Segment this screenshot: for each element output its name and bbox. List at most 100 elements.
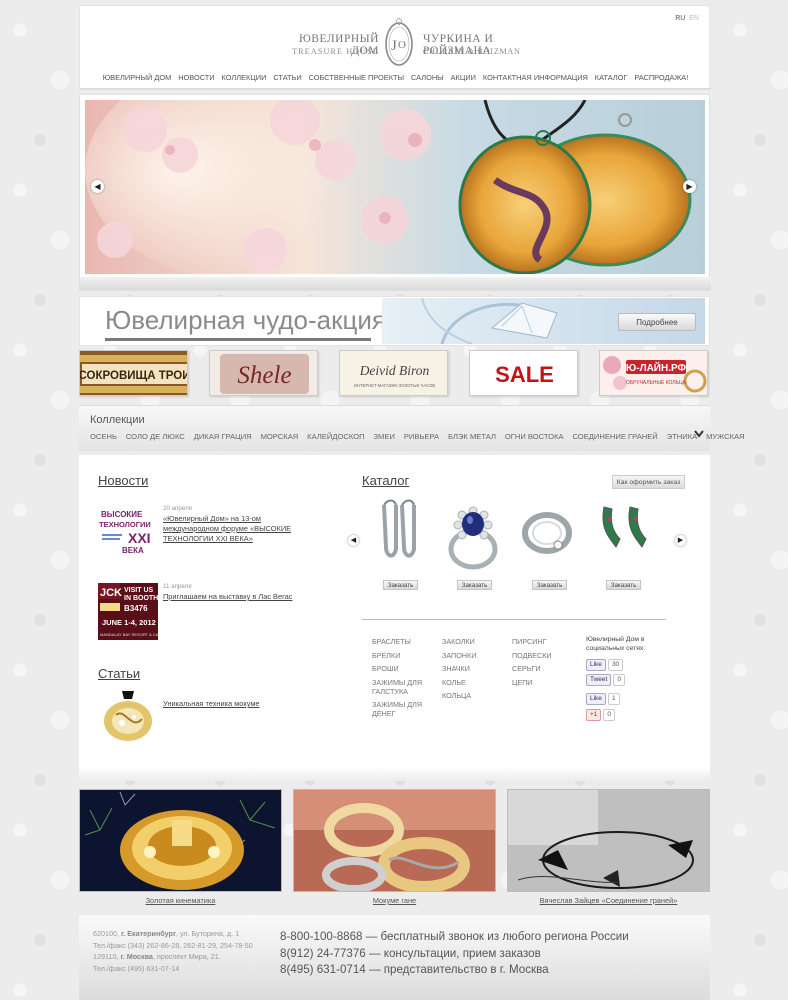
promo-more-button[interactable]: Подробнее (618, 313, 696, 331)
news-heading[interactable]: Новости (98, 473, 148, 488)
feature-caption[interactable]: Вячеслав Зайцев «Соединение граней» (507, 896, 710, 905)
category-link[interactable]: БРОШИ (372, 662, 432, 676)
nav-item-collections[interactable]: КОЛЛЕКЦИИ (222, 73, 267, 82)
nav-item-catalog[interactable]: КАТАЛОГ (595, 73, 628, 82)
how-to-order-button[interactable]: Как оформить заказ (612, 475, 685, 489)
nav-item-salons[interactable]: САЛОНЫ (411, 73, 444, 82)
catalog-categories-col1: БРАСЛЕТЫ БРЕЛКИ БРОШИ ЗАЖИМЫ ДЛЯ ГАЛСТУК… (372, 635, 432, 719)
collection-item[interactable]: МУЖСКАЯ (706, 432, 745, 441)
catalog-prev-button[interactable]: ◀ (348, 535, 359, 546)
category-link[interactable]: КОЛЬЦА (442, 689, 476, 703)
brand-sokrovishcha-troi[interactable]: СОКРОВИЩА ТРОИ (79, 350, 188, 396)
nav-item-sale[interactable]: РАСПРОДАЖА! (634, 73, 688, 82)
svg-text:ТЕХНОЛОГИИ: ТЕХНОЛОГИИ (99, 520, 151, 529)
hero-slider: ◀ ▶ (79, 94, 711, 291)
collection-item[interactable]: СОЕДИНЕНИЕ ГРАНЕЙ (572, 432, 657, 441)
product-sapphire-ring[interactable] (440, 497, 506, 577)
category-link[interactable]: ЗАПОНКИ (442, 649, 476, 663)
brand-label-deivid: Deivid Biron (359, 363, 430, 378)
lang-en[interactable]: EN (689, 15, 699, 22)
news-link[interactable]: Приглашаем на выставку в Лас Вегас (163, 592, 318, 602)
collection-item[interactable]: КАЛЕЙДОСКОП (307, 432, 364, 441)
page: RU EN ЮВЕЛИРНЫЙ ДОМ TREASURE HOUSE J O Ч… (79, 5, 745, 1000)
svg-text:B3476: B3476 (124, 604, 148, 613)
phone-line: 8(912) 24-77376 — консультации, прием за… (280, 946, 541, 960)
brand-label-troi: СОКРОВИЩА ТРОИ (80, 370, 188, 382)
category-link[interactable]: ПОДВЕСКИ (512, 649, 552, 663)
main-content: Новости ВЫСОКИЕ ТЕХНОЛОГИИ XXI ВЕКА 20 а… (79, 455, 710, 781)
article-link[interactable]: Уникальная техника мокуме (163, 699, 318, 709)
feature-caption[interactable]: Золотая кинематика (79, 896, 282, 905)
nav-item-promotions[interactable]: АКЦИИ (451, 73, 476, 82)
brand-yu-line[interactable]: Ю-ЛАЙН.РФ ОБРУЧАЛЬНЫЕ КОЛЬЦА (599, 350, 708, 396)
promo-underline (105, 338, 371, 341)
category-link[interactable]: ЗАЖИМЫ ДЛЯ ДЕНЕГ (372, 700, 432, 719)
promo-banner[interactable]: Ювелирная чудо-акция! Подробнее (79, 296, 710, 346)
brand-deivid-biron[interactable]: Deivid Biron ИНТЕРНЕТ-МАГАЗИН ЗОЛОТЫХ ЧА… (339, 350, 448, 396)
vk-like-button[interactable]: Like 1 (586, 693, 620, 705)
chevron-down-icon[interactable] (694, 430, 704, 440)
collection-item[interactable]: ЗМЕИ (373, 432, 394, 441)
twitter-tweet-button[interactable]: Tweet 0 (586, 674, 625, 686)
social-block: Ювелирный Дом в социальных сетях: Like 30… (586, 635, 676, 721)
collection-item[interactable]: ЭТНИКА (667, 432, 698, 441)
category-link[interactable]: ПИРСИНГ (512, 635, 552, 649)
site-logo[interactable]: ЮВЕЛИРНЫЙ ДОМ TREASURE HOUSE J O ЧУРКИНА… (273, 14, 527, 68)
hero-slide-image[interactable] (85, 100, 705, 274)
category-link[interactable]: ЗАЖИМЫ ДЛЯ ГАЛСТУКА (372, 678, 432, 697)
category-link[interactable]: БРАСЛЕТЫ (372, 635, 432, 649)
nav-item-contacts[interactable]: КОНТАКТНАЯ ИНФОРМАЦИЯ (483, 73, 588, 82)
category-link[interactable]: КОЛЬЕ (442, 676, 476, 690)
address-ekb-street: , ул. Буторина, д. 1 (175, 929, 240, 938)
category-link[interactable]: ЗНАЧКИ (442, 662, 476, 676)
product-earrings[interactable] (366, 497, 432, 577)
collection-item[interactable]: РИВЬЕРА (404, 432, 439, 441)
news-thumb-forum: ВЫСОКИЕ ТЕХНОЛОГИИ XXI ВЕКА (98, 505, 158, 562)
feature-zaitsev-facets[interactable] (507, 789, 710, 892)
collection-item[interactable]: СОЛО ДЕ ЛЮКС (126, 432, 185, 441)
catalog-next-button[interactable]: ▶ (675, 535, 686, 546)
lang-ru[interactable]: RU (675, 15, 685, 22)
order-button[interactable]: Заказать (606, 580, 641, 590)
order-button[interactable]: Заказать (457, 580, 492, 590)
feature-mokume-gane[interactable] (293, 789, 496, 892)
collection-item[interactable]: МОРСКАЯ (261, 432, 299, 441)
google-plus-count: 0 (603, 709, 616, 721)
brand-sale[interactable]: SALE (469, 350, 578, 396)
svg-text:XXI: XXI (128, 530, 151, 546)
svg-text:J: J (391, 38, 397, 54)
twitter-tweet-count: 0 (613, 674, 625, 686)
product-diamond-ring[interactable] (516, 497, 582, 577)
product-enamel-earrings[interactable] (590, 497, 656, 577)
collection-item[interactable]: ОГНИ ВОСТОКА (505, 432, 564, 441)
feature-golden-kinematics[interactable] (79, 789, 282, 892)
nav-item-own-projects[interactable]: СОБСТВЕННЫЕ ПРОЕКТЫ (309, 73, 404, 82)
category-link[interactable]: СЕРЬГИ (512, 662, 552, 676)
category-link[interactable]: ЗАКОЛКИ (442, 635, 476, 649)
logo-monogram-icon: J O (385, 17, 413, 66)
nav-item-articles[interactable]: СТАТЬИ (273, 73, 301, 82)
facebook-like-button[interactable]: Like 30 (586, 659, 624, 671)
order-button[interactable]: Заказать (383, 580, 418, 590)
collection-item[interactable]: ДИКАЯ ГРАЦИЯ (194, 432, 252, 441)
feature-caption[interactable]: Мокуме гане (293, 896, 496, 905)
news-link[interactable]: «Ювелирный Дом» на 13-ом международном ф… (163, 514, 318, 544)
category-link[interactable]: ЦЕПИ (512, 676, 552, 690)
category-link[interactable]: БРЕЛКИ (372, 649, 432, 663)
slider-prev-button[interactable]: ◀ (91, 180, 104, 193)
google-plus-button[interactable]: +1 0 (586, 709, 616, 721)
catalog-heading[interactable]: Каталог (362, 473, 409, 488)
order-button[interactable]: Заказать (532, 580, 567, 590)
twitter-tweet-label: Tweet (586, 674, 612, 686)
footer-phones: 8-800-100-8868 — бесплатный звонок из лю… (280, 929, 629, 979)
nav-item-jewelry-house[interactable]: ЮВЕЛИРНЫЙ ДОМ (103, 73, 172, 82)
collection-item[interactable]: БЛЭК МЕТАЛ (448, 432, 496, 441)
brand-shele[interactable]: Shele (209, 350, 318, 396)
news-thumb-jck: JCK VISIT US IN BOOTH B3476 JUNE 1-4, 20… (98, 583, 158, 640)
nav-item-news[interactable]: НОВОСТИ (178, 73, 214, 82)
collection-item[interactable]: ОСЕНЬ (90, 432, 117, 441)
svg-text:ВЕКА: ВЕКА (122, 546, 144, 555)
articles-heading[interactable]: Статьи (98, 666, 140, 681)
slider-next-button[interactable]: ▶ (683, 180, 696, 193)
footer-addresses: 620100, г. Екатеринбург, ул. Буторина, д… (93, 928, 253, 974)
